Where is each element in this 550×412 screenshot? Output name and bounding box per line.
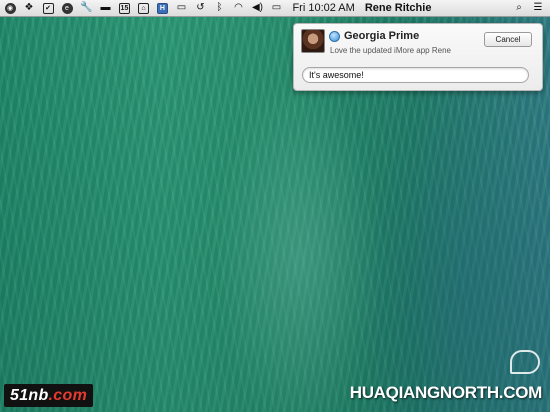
notification-message: Love the updated iMore app Rene	[330, 46, 451, 55]
time-machine-icon[interactable]: ↺	[194, 2, 206, 15]
menu-bar: ◉ ❖ ✔ e 🔧 ▬ 15 ⌂ H ▭ ↺ ᛒ ◠ ◀) ▭ Fri 10:0…	[0, 0, 550, 17]
messages-app-icon	[329, 31, 340, 42]
watermark-right: HUAQIANGNORTH.COM	[349, 383, 543, 402]
chat-icon[interactable]: ▬	[99, 2, 111, 15]
checkbox-icon[interactable]: ✔	[42, 2, 54, 15]
volume-icon[interactable]: ◀)	[251, 2, 263, 15]
h-app-icon[interactable]: H	[156, 2, 168, 15]
notification-center-icon[interactable]: ☰	[532, 2, 544, 15]
watermark-logo-icon	[510, 350, 540, 374]
watermark-left-suffix: .com	[48, 386, 88, 404]
e-circle-icon[interactable]: e	[61, 2, 73, 15]
watermark-left: 51nb .com	[4, 384, 94, 407]
wrench-icon[interactable]: 🔧	[80, 2, 92, 15]
cancel-button[interactable]: Cancel	[484, 32, 532, 47]
home-icon[interactable]: ⌂	[137, 2, 149, 15]
battery-icon[interactable]: ▭	[270, 2, 282, 15]
watermark-left-prefix: 51nb	[10, 386, 49, 404]
dropbox-icon[interactable]: ❖	[23, 2, 35, 15]
wifi-icon[interactable]: ◠	[232, 2, 244, 15]
menu-clock[interactable]: Fri 10:02 AM	[292, 2, 354, 14]
reply-input[interactable]: It's awesome!	[302, 67, 529, 83]
menu-user-name[interactable]: Rene Ritchie	[365, 2, 432, 14]
airplay-icon[interactable]: ▭	[175, 2, 187, 15]
spotlight-search-icon[interactable]: ⌕	[513, 2, 525, 15]
avatar	[301, 29, 325, 53]
message-notification: Georgia Prime Love the updated iMore app…	[293, 23, 543, 91]
notification-sender: Georgia Prime	[344, 30, 420, 42]
calendar-icon[interactable]: 15	[118, 2, 130, 15]
eye-icon[interactable]: ◉	[4, 2, 16, 15]
bluetooth-icon[interactable]: ᛒ	[213, 2, 225, 15]
